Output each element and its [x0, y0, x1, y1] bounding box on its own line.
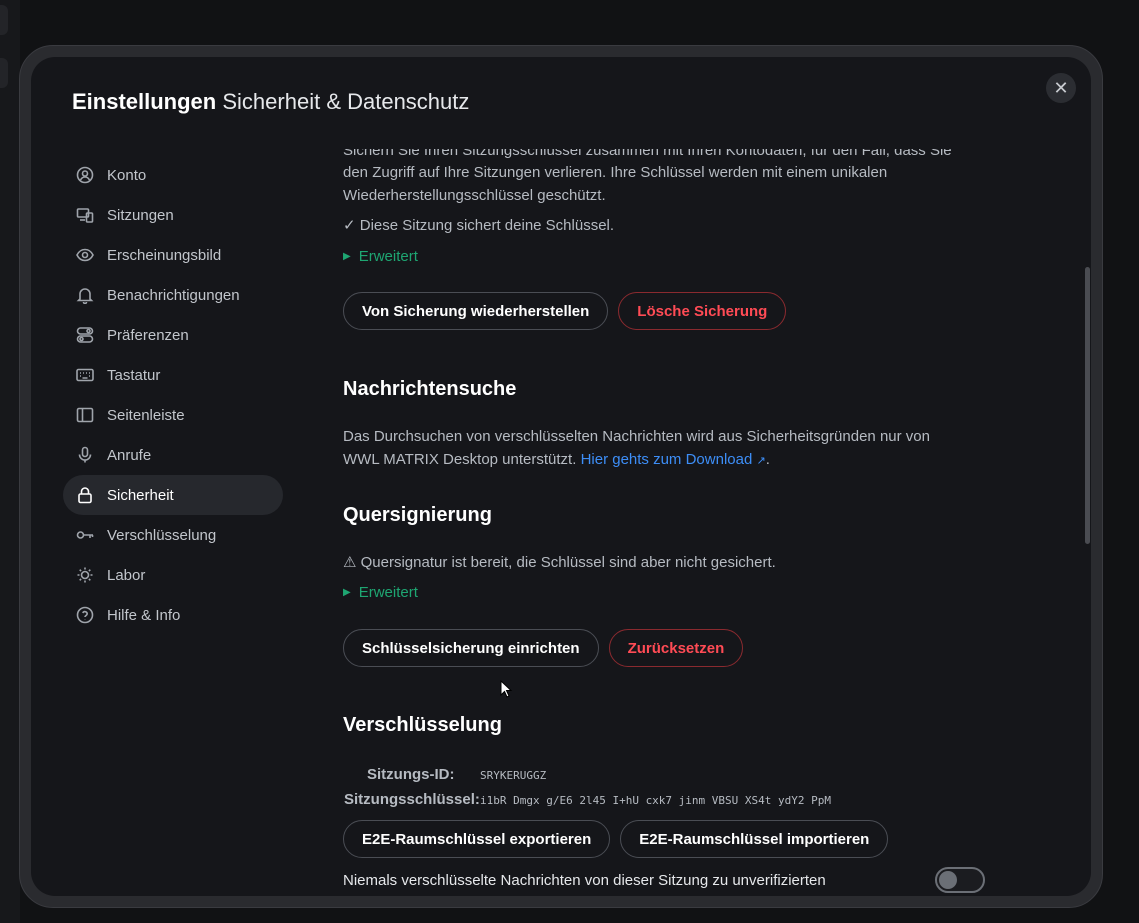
bell-icon	[76, 286, 94, 304]
eye-icon	[76, 246, 94, 264]
sidebar-icon	[76, 406, 94, 424]
session-id-value: SRYKERUGGZ	[480, 769, 547, 782]
backup-description-line2: den Zugriff auf Ihre Sitzungen verlieren…	[343, 164, 888, 181]
session-key-label: Sitzungsschlüssel:	[344, 791, 480, 808]
session-key-value: i1bR Dmgx g/E6 2l45 I+hU cxk7 jinm VBSU …	[480, 794, 831, 807]
settings-content: Sichern Sie Ihren Sitzungsschlüssel zusa…	[343, 140, 1003, 896]
backup-status: ✓ Diese Sitzung sichert deine Schlüssel.	[343, 217, 615, 234]
never-send-unverified-toggle[interactable]	[935, 867, 985, 893]
preferences-icon	[76, 326, 94, 344]
message-search-heading: Nachrichtensuche	[343, 378, 517, 400]
message-search-text: WWL MATRIX Desktop unterstützt.	[343, 451, 577, 468]
key-icon	[76, 526, 94, 544]
never-send-unverified-label: Niemals verschlüsselte Nachrichten von d…	[343, 872, 826, 889]
sidebar-item-label: Seitenleiste	[107, 406, 185, 424]
keyboard-icon	[76, 366, 94, 384]
sidebar-item-konto[interactable]: Konto	[63, 155, 283, 195]
sidebar-item-label: Hilfe & Info	[107, 606, 181, 624]
advanced-label: Erweitert	[358, 248, 418, 265]
download-link-label: Hier gehts zum Download	[580, 451, 753, 468]
sidebar-item-anrufe[interactable]: Anrufe	[63, 435, 283, 475]
message-search-text-line2: WWL MATRIX Desktop unterstützt. Hier geh…	[343, 449, 770, 472]
disclosure-triangle-icon: ▶	[343, 587, 351, 598]
lightbulb-icon	[76, 566, 94, 584]
cross-signing-heading: Quersignierung	[343, 504, 492, 526]
devices-icon	[76, 206, 94, 224]
lock-icon	[76, 486, 94, 504]
reset-cross-signing-button[interactable]: Zurücksetzen	[608, 629, 744, 667]
sidebar-item-label: Sicherheit	[107, 486, 174, 504]
backup-advanced-toggle[interactable]: ▶ Erweitert	[343, 248, 418, 265]
setup-key-backup-button[interactable]: Schlüsselsicherung einrichten	[343, 629, 599, 667]
sidebar-item-tastatur[interactable]: Tastatur	[63, 355, 283, 395]
sidebar-item-praeferenzen[interactable]: Präferenzen	[63, 315, 283, 355]
sidebar-item-label: Tastatur	[107, 366, 161, 384]
message-search-text-line1: Das Durchsuchen von verschlüsselten Nach…	[343, 428, 930, 445]
delete-backup-button[interactable]: Lösche Sicherung	[618, 292, 787, 330]
dialog-title: Einstellungen Sicherheit & Datenschutz	[72, 89, 469, 115]
sidebar-item-label: Präferenzen	[107, 326, 189, 344]
encryption-heading: Verschlüsselung	[343, 714, 502, 736]
dialog-title-main: Einstellungen	[72, 89, 217, 114]
external-link-icon: ↗	[756, 455, 766, 467]
session-id-label: Sitzungs-ID:	[367, 766, 455, 783]
close-icon: ✕	[1053, 77, 1069, 98]
background-nub	[0, 58, 8, 88]
sidebar-item-labor[interactable]: Labor	[63, 555, 283, 595]
mouse-cursor-icon	[500, 680, 513, 698]
close-button[interactable]: ✕	[1046, 73, 1076, 103]
cross-signing-advanced-toggle[interactable]: ▶ Erweitert	[343, 584, 418, 601]
restore-backup-button[interactable]: Von Sicherung wiederherstellen	[343, 292, 609, 330]
content-scrollbar[interactable]	[1085, 267, 1090, 544]
sidebar-item-verschluesselung[interactable]: Verschlüsselung	[63, 515, 283, 555]
cross-signing-status: ⚠ Quersignatur ist bereit, die Schlüssel…	[343, 554, 776, 571]
import-room-keys-button[interactable]: E2E-Raumschlüssel importieren	[620, 820, 889, 858]
sidebar-item-seitenleiste[interactable]: Seitenleiste	[63, 395, 283, 435]
toggle-knob	[939, 871, 957, 889]
sidebar-item-label: Anrufe	[107, 446, 152, 464]
help-icon	[76, 606, 94, 624]
sidebar-item-benachrichtigungen[interactable]: Benachrichtigungen	[63, 275, 283, 315]
sidebar-item-label: Sitzungen	[107, 206, 174, 224]
microphone-icon	[76, 446, 94, 464]
disclosure-triangle-icon: ▶	[343, 251, 351, 262]
sidebar-item-sicherheit[interactable]: Sicherheit	[63, 475, 283, 515]
export-room-keys-button[interactable]: E2E-Raumschlüssel exportieren	[343, 820, 611, 858]
background-nub	[0, 5, 8, 35]
settings-sidebar: Konto Sitzungen Erscheinungsbild Benachr…	[63, 155, 283, 635]
account-icon	[76, 166, 94, 184]
backup-description-line3: Wiederherstellungsschlüssel geschützt.	[343, 187, 606, 204]
download-link[interactable]: Hier gehts zum Download ↗	[581, 451, 766, 468]
link-suffix: .	[765, 451, 770, 468]
sidebar-item-sitzungen[interactable]: Sitzungen	[63, 195, 283, 235]
dialog-title-sub: Sicherheit & Datenschutz	[222, 89, 470, 114]
sidebar-item-label: Labor	[107, 566, 146, 584]
sidebar-item-label: Erscheinungsbild	[107, 246, 222, 264]
sidebar-item-hilfe[interactable]: Hilfe & Info	[63, 595, 283, 635]
background-app-strip	[0, 0, 20, 923]
sidebar-item-label: Verschlüsselung	[107, 526, 217, 544]
backup-description-cut: Sichern Sie Ihren Sitzungsschlüssel zusa…	[343, 142, 952, 159]
sidebar-item-label: Konto	[107, 166, 147, 184]
sidebar-item-erscheinungsbild[interactable]: Erscheinungsbild	[63, 235, 283, 275]
sidebar-item-label: Benachrichtigungen	[107, 286, 240, 304]
advanced-label: Erweitert	[358, 584, 418, 601]
